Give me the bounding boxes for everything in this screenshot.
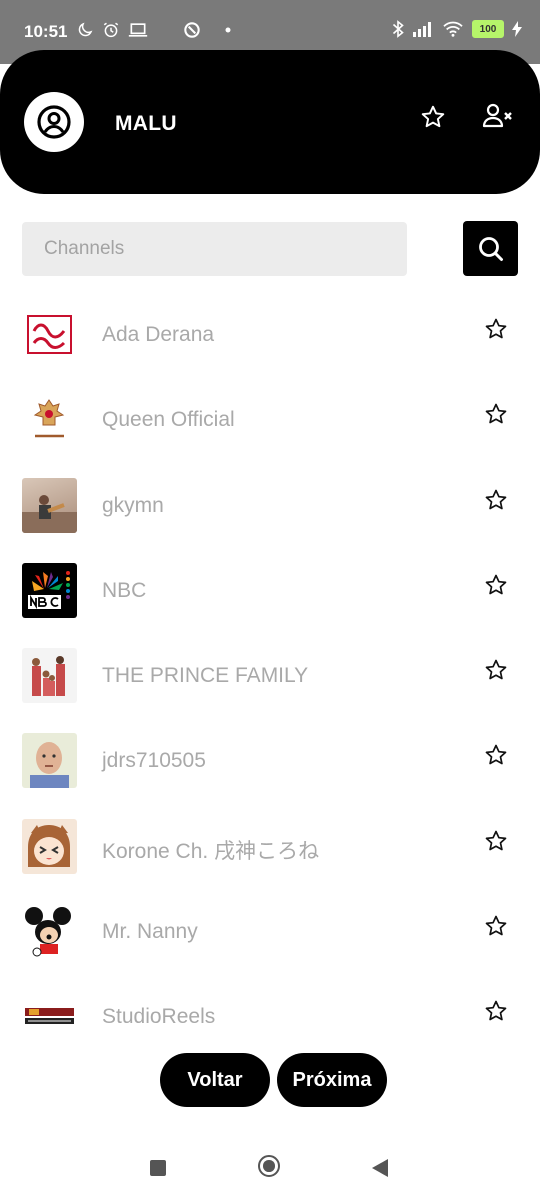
user-circle-icon bbox=[37, 105, 71, 139]
moon-icon bbox=[78, 22, 93, 37]
channel-name: StudioReels bbox=[102, 1005, 216, 1029]
channel-name: jdrs710505 bbox=[102, 749, 206, 773]
system-nav-bar bbox=[0, 1140, 540, 1200]
star-outline-icon[interactable] bbox=[484, 317, 508, 341]
channel-name: Ada Derana bbox=[102, 323, 215, 346]
bluetooth-icon bbox=[392, 20, 404, 38]
search-button[interactable] bbox=[463, 221, 518, 276]
charging-icon bbox=[512, 21, 522, 37]
profile-header: MALU bbox=[0, 50, 540, 194]
channel-thumbnail bbox=[22, 904, 77, 960]
channel-name: THE PRINCE FAMILY bbox=[102, 664, 309, 688]
status-left-icons bbox=[76, 20, 232, 40]
channel-item[interactable]: jdrs710505 bbox=[0, 719, 540, 804]
channel-item[interactable]: Queen Official bbox=[0, 378, 540, 463]
star-outline-icon[interactable] bbox=[484, 658, 508, 682]
channel-thumbnail bbox=[22, 989, 77, 1045]
avatar[interactable] bbox=[24, 92, 84, 152]
channel-thumbnail bbox=[22, 818, 77, 874]
channel-search-input[interactable] bbox=[22, 222, 407, 276]
sync-icon bbox=[184, 22, 200, 38]
star-outline-icon[interactable] bbox=[484, 743, 508, 767]
back-triangle-icon[interactable] bbox=[372, 1159, 388, 1177]
signal-icon bbox=[413, 22, 431, 37]
recents-icon[interactable] bbox=[150, 1160, 166, 1176]
channel-item[interactable]: Mr. Nanny bbox=[0, 890, 540, 975]
channel-thumbnail bbox=[22, 733, 77, 789]
channel-name: NBC bbox=[102, 578, 147, 602]
star-outline-icon[interactable] bbox=[484, 573, 508, 597]
star-outline-icon[interactable] bbox=[484, 829, 508, 853]
home-icon[interactable] bbox=[258, 1155, 280, 1177]
channel-item[interactable]: Ada Derana bbox=[0, 293, 540, 378]
battery-icon: 100 bbox=[472, 20, 504, 38]
battery-level: 100 bbox=[479, 23, 497, 35]
channel-item[interactable]: gkymn bbox=[0, 464, 540, 549]
dot-icon bbox=[225, 27, 231, 33]
user-remove-icon[interactable] bbox=[482, 102, 514, 130]
channel-thumbnail bbox=[22, 307, 77, 362]
favorites-star-icon[interactable] bbox=[420, 104, 446, 130]
status-time: 10:51 bbox=[24, 22, 68, 41]
channel-item[interactable]: NBC bbox=[0, 549, 540, 634]
laptop-icon bbox=[128, 23, 148, 37]
channel-thumbnail bbox=[22, 392, 77, 448]
username: MALU bbox=[115, 112, 177, 135]
channel-name: Queen Official bbox=[102, 408, 235, 432]
star-outline-icon[interactable] bbox=[484, 402, 508, 426]
channel-item[interactable]: THE PRINCE FAMILY bbox=[0, 634, 540, 719]
channel-list: Ada Derana Queen Official gkymn NBC THE … bbox=[0, 293, 540, 1061]
status-right-icons: 100 bbox=[392, 20, 522, 38]
channel-thumbnail bbox=[22, 648, 77, 704]
channel-thumbnail bbox=[22, 562, 77, 618]
back-button[interactable]: Voltar bbox=[160, 1053, 270, 1107]
channel-name: Korone Ch. 戌神ころね bbox=[102, 839, 320, 863]
wifi-icon bbox=[443, 21, 463, 37]
next-button[interactable]: Próxima bbox=[277, 1053, 387, 1107]
channel-thumbnail bbox=[22, 477, 77, 533]
alarm-icon bbox=[103, 22, 119, 38]
channel-item[interactable]: StudioReels bbox=[0, 975, 540, 1060]
channel-name: Mr. Nanny bbox=[102, 920, 198, 944]
channel-item[interactable]: Korone Ch. 戌神ころね bbox=[0, 805, 540, 890]
star-outline-icon[interactable] bbox=[484, 914, 508, 938]
star-outline-icon[interactable] bbox=[484, 999, 508, 1023]
star-outline-icon[interactable] bbox=[484, 488, 508, 512]
channel-name: gkymn bbox=[102, 493, 164, 517]
search-icon bbox=[478, 236, 503, 261]
